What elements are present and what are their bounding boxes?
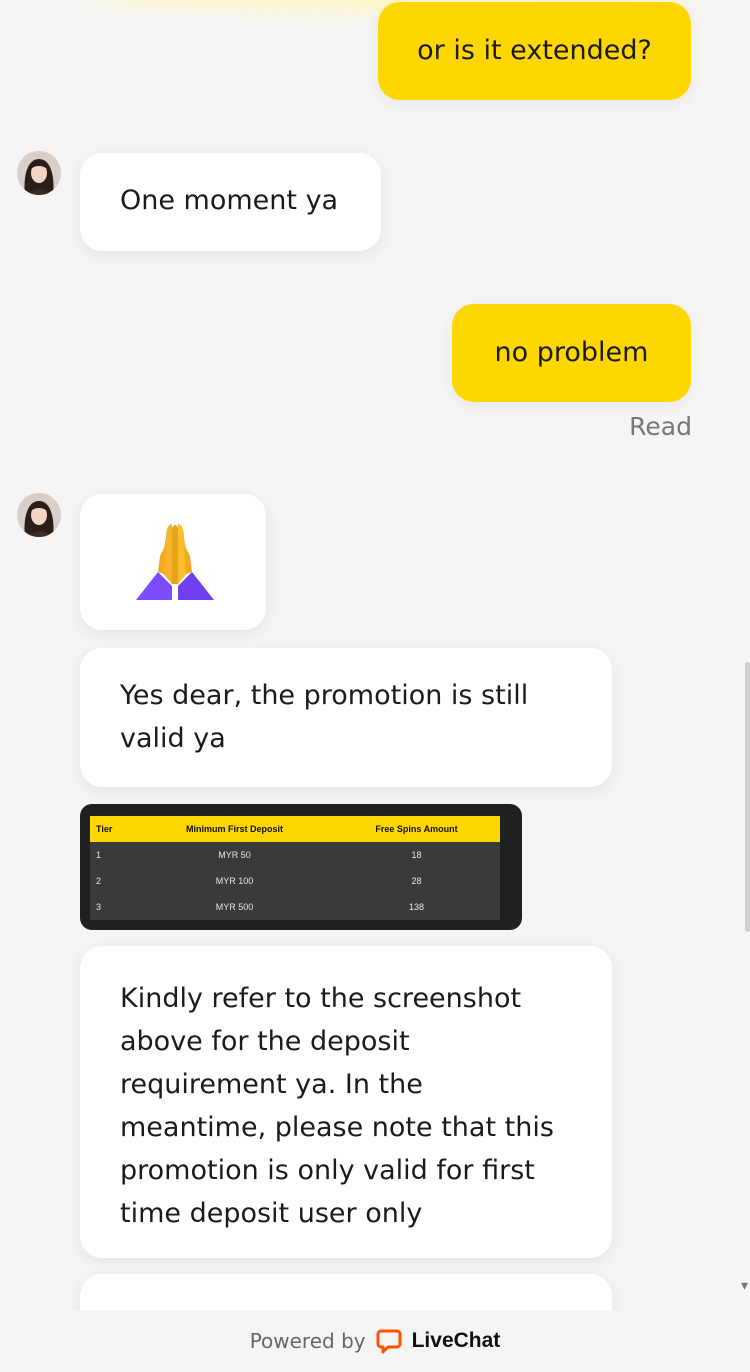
- table-cell: MYR 100: [136, 868, 334, 894]
- chat-transcript[interactable]: or is it extended? One moment ya no prob…: [0, 0, 750, 1310]
- table-cell: 28: [333, 868, 500, 894]
- agent-message: Kindly refer to the screenshot above for…: [80, 946, 612, 1258]
- table-cell: MYR 500: [136, 894, 334, 920]
- visitor-message: no problem: [452, 304, 691, 402]
- table-row: 3 MYR 500 138: [90, 894, 500, 920]
- powered-by-label: Powered by: [249, 1329, 366, 1353]
- folded-hands-emoji: [136, 524, 214, 600]
- shared-image[interactable]: Tier Minimum First Deposit Free Spins Am…: [80, 804, 522, 930]
- table-cell: 3: [90, 894, 136, 920]
- agent-avatar: [17, 151, 61, 195]
- scrollbar-thumb[interactable]: [745, 662, 750, 932]
- table-cell: 1: [90, 842, 136, 868]
- footer: Powered by LiveChat: [0, 1310, 750, 1372]
- table-header-tier: Tier: [90, 816, 136, 842]
- table-cell: MYR 50: [136, 842, 334, 868]
- table-cell: 18: [333, 842, 500, 868]
- read-receipt: Read: [629, 412, 692, 441]
- table-row: 2 MYR 100 28: [90, 868, 500, 894]
- table-header-free-spins: Free Spins Amount: [333, 816, 500, 842]
- agent-message-partial: [80, 1274, 612, 1310]
- livechat-brand[interactable]: LiveChat: [412, 1329, 501, 1353]
- scroll-down-icon[interactable]: ▾: [741, 1278, 748, 1294]
- agent-emoji-message: [80, 494, 266, 630]
- promo-tier-table: Tier Minimum First Deposit Free Spins Am…: [90, 816, 500, 920]
- agent-avatar: [17, 493, 61, 537]
- visitor-message: or is it extended?: [378, 2, 691, 100]
- table-row: 1 MYR 50 18: [90, 842, 500, 868]
- livechat-logo-icon: [376, 1328, 402, 1354]
- agent-message: One moment ya: [80, 153, 381, 251]
- table-cell: 138: [333, 894, 500, 920]
- table-header-min-deposit: Minimum First Deposit: [136, 816, 334, 842]
- table-cell: 2: [90, 868, 136, 894]
- agent-message: Yes dear, the promotion is still valid y…: [80, 648, 612, 787]
